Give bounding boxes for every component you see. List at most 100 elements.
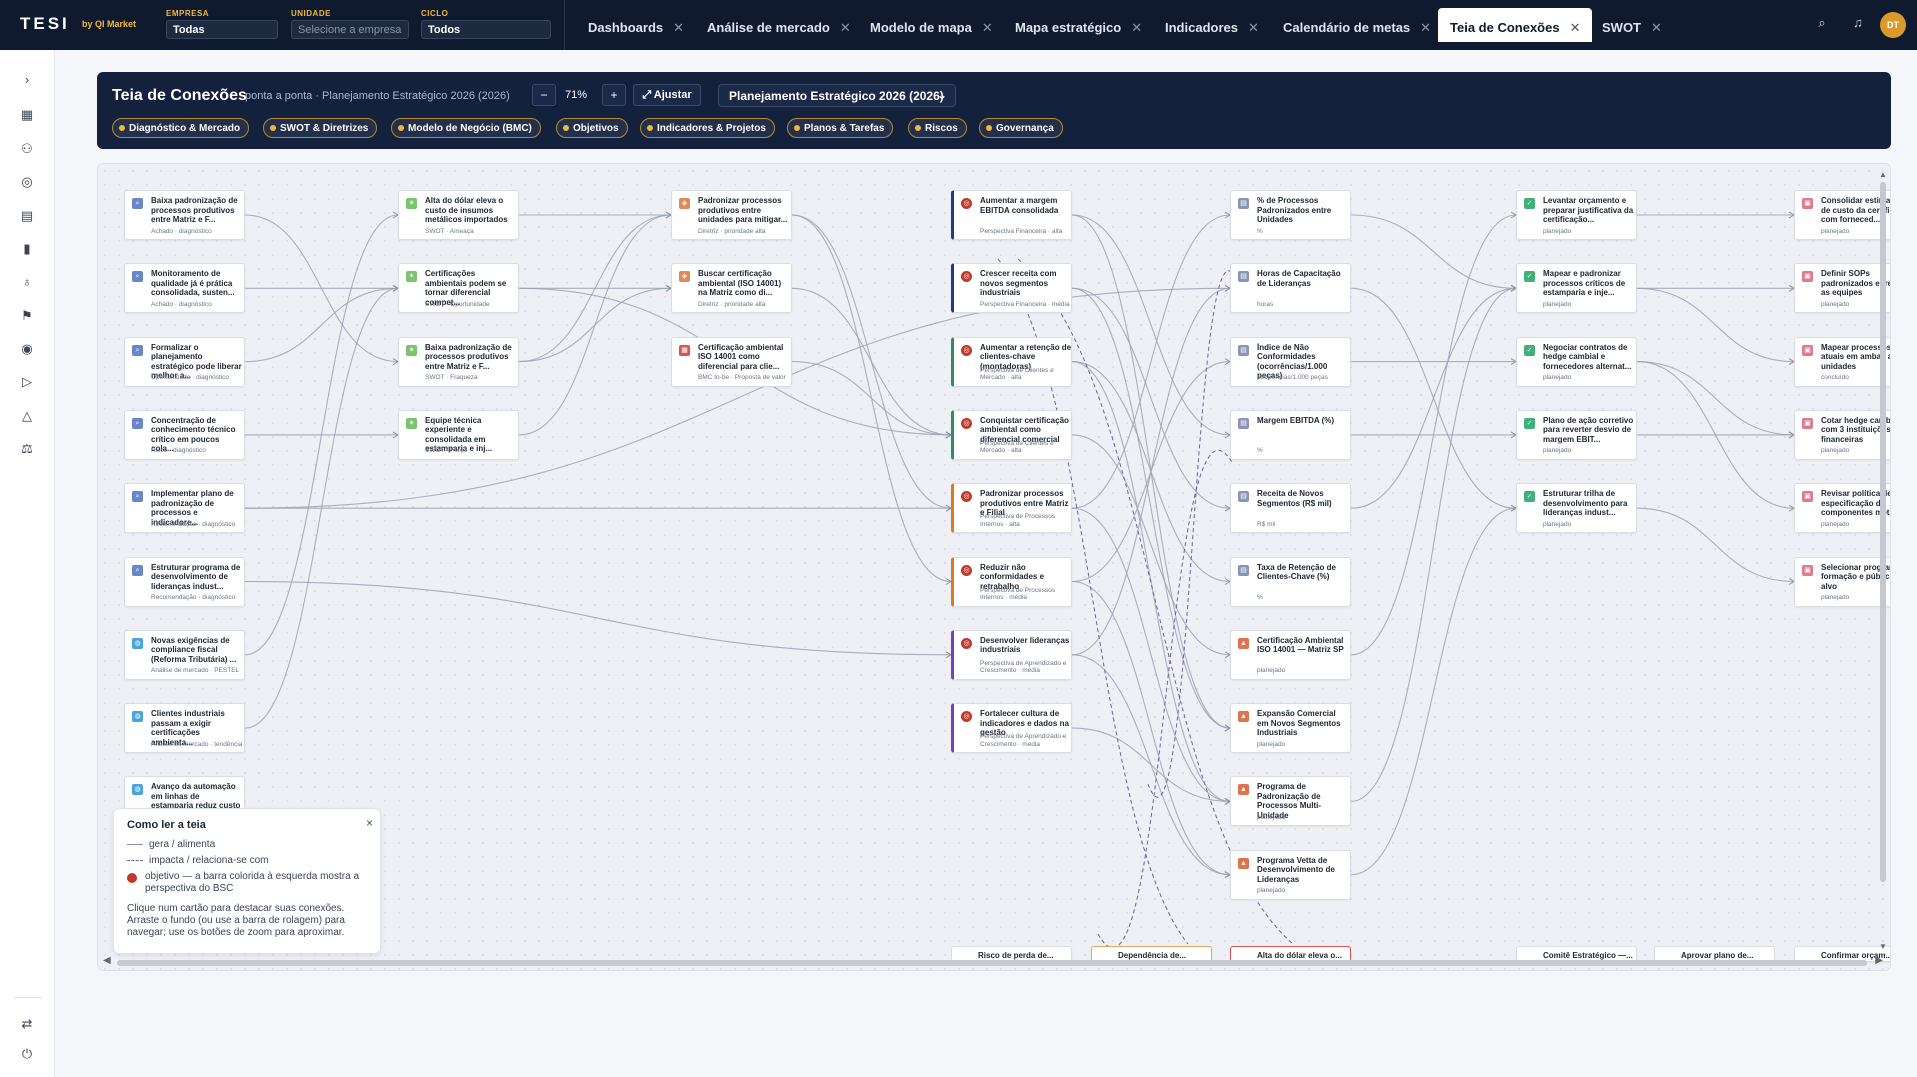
node-card[interactable]: ✓ Mapear e padronizar processos críticos …: [1516, 263, 1637, 314]
app-logo[interactable]: TESI: [20, 14, 70, 34]
node-card[interactable]: ▤ Margem EBITDA (%)%: [1230, 409, 1351, 460]
node-card[interactable]: ▤ Taxa de Retenção de Clientes-Chave (%)%: [1230, 556, 1351, 607]
node-card[interactable]: ▣Cotar hedge cambial com 3 instituições …: [1794, 409, 1890, 460]
node-card[interactable]: ⌕ Estruturar programa de desenvolvimento …: [124, 556, 245, 607]
node-card[interactable]: ✶ Equipe técnica experiente e consolidada…: [398, 409, 519, 460]
node-card[interactable]: ⌕ Formalizar o planejamento estratégico p…: [124, 336, 245, 387]
bar-chart-icon[interactable]: ▮: [18, 240, 36, 258]
chip-indicadores-projetos[interactable]: Indicadores & Projetos: [640, 118, 775, 138]
chip-bmc[interactable]: Modelo de Negócio (BMC): [391, 118, 541, 138]
close-icon[interactable]: ✕: [1651, 20, 1662, 35]
node-card[interactable]: ✶ Baixa padronização de processos produti…: [398, 336, 519, 387]
tab-indicadores[interactable]: Indicadores ✕: [1165, 8, 1259, 42]
tab-calendario-metas[interactable]: Calendário de metas ✕: [1283, 8, 1431, 42]
bell-icon[interactable]: ♫: [1849, 15, 1867, 33]
node-card[interactable]: ▲ Expansão Comercial em Novos Segmentos I…: [1230, 703, 1351, 754]
scrollbar-thumb[interactable]: [117, 960, 1867, 966]
close-icon[interactable]: ✕: [1420, 20, 1431, 35]
objective-card[interactable]: ◎ Reduzir não conformidades e retrabalho P…: [951, 556, 1072, 607]
objective-card[interactable]: ◎ Crescer receita com novos segmentos ind…: [951, 263, 1072, 314]
objective-card[interactable]: ◎ Aumentar a retenção de clientes-chave (…: [951, 336, 1072, 387]
node-card[interactable]: ✶ Certificações ambientais podem se torna…: [398, 263, 519, 314]
avatar[interactable]: DT: [1880, 12, 1906, 38]
chip-governanca[interactable]: Governança: [979, 118, 1063, 138]
close-icon[interactable]: ✕: [673, 20, 684, 35]
node-card[interactable]: ◈ Padronizar processos produtivos entre u…: [671, 190, 792, 240]
lightbulb-icon[interactable]: ♁: [18, 273, 36, 291]
compass-icon[interactable]: ◎: [18, 173, 36, 191]
chip-planos-tarefas[interactable]: Planos & Tarefas: [787, 118, 894, 138]
node-card[interactable]: ▣Selecionar programa de formação e públi…: [1794, 556, 1890, 607]
node-card[interactable]: ◈ Buscar certificação ambiental (ISO 1400…: [671, 263, 792, 314]
node-card[interactable]: ✓ Negociar contratos de hedge cambial e f…: [1516, 336, 1637, 387]
node-card[interactable]: ✓ Levantar orçamento e preparar justifica…: [1516, 190, 1637, 240]
target-icon[interactable]: ◉: [18, 340, 36, 358]
scale-icon[interactable]: ⚖: [18, 440, 36, 458]
close-icon[interactable]: ✕: [840, 20, 851, 35]
tab-analise-mercado[interactable]: Análise de mercado ✕: [707, 8, 851, 42]
node-card[interactable]: ▲ Certificação Ambiental ISO 14001 — Matr…: [1230, 629, 1351, 680]
node-card[interactable]: ▣ Mapear processos atuais em ambas as uni…: [1794, 336, 1890, 387]
close-icon[interactable]: ×: [366, 816, 373, 830]
node-card[interactable]: ⌕ Concentração de conhecimento técnico cr…: [124, 409, 245, 460]
close-icon[interactable]: ✕: [1131, 20, 1142, 35]
zoom-out-button[interactable]: −: [532, 84, 556, 106]
node-card[interactable]: ▤ % de Processos Padronizados entre Unida…: [1230, 190, 1351, 240]
play-icon[interactable]: ▷: [18, 373, 36, 391]
search-icon[interactable]: ⌕: [1813, 15, 1831, 33]
scroll-left-icon[interactable]: ◀: [103, 955, 111, 966]
close-icon[interactable]: ✕: [1570, 20, 1581, 35]
node-card[interactable]: ▤ Receita de Novos Segmentos (R$ mil) R$ m…: [1230, 483, 1351, 534]
node-card[interactable]: ✶ Alta do dólar eleva o custo de insumos …: [398, 190, 519, 240]
warning-icon[interactable]: △: [18, 407, 36, 425]
node-card[interactable]: ▣Revisar política de especificação de co…: [1794, 483, 1890, 534]
node-card[interactable]: ▤ Horas de Capacitação de Lideranças horas: [1230, 263, 1351, 314]
tab-swot[interactable]: SWOT ✕: [1602, 8, 1662, 42]
objective-card[interactable]: ◎ Fortalecer cultura de indicadores e dad…: [951, 703, 1072, 754]
node-card[interactable]: ⌕ Baixa padronização de processos produti…: [124, 190, 245, 240]
node-card[interactable]: ⌕ Implementar plano de padronização de pr…: [124, 483, 245, 534]
swap-icon[interactable]: ⇄: [18, 1015, 36, 1033]
power-icon[interactable]: ⏻: [18, 1045, 36, 1063]
tab-mapa-estrategico[interactable]: Mapa estratégico ✕: [1015, 8, 1142, 42]
node-card[interactable]: ◍ Clientes industriais passam a exigir ce…: [124, 703, 245, 754]
objective-card[interactable]: ◎ Padronizar processos produtivos entre M…: [951, 483, 1072, 534]
node-card[interactable]: ▣Definir SOPs padronizados e treinar as …: [1794, 263, 1890, 314]
empresa-select[interactable]: Todas: [166, 20, 278, 39]
objective-card[interactable]: ◎ Aumentar a margem EBITDA consolidada Per…: [951, 190, 1072, 240]
ciclo-select[interactable]: Todos: [421, 20, 551, 39]
node-card[interactable]: ▤ Índice de Não Conformidades (ocorrência…: [1230, 336, 1351, 387]
chip-diagnostico[interactable]: Diagnóstico & Mercado: [112, 118, 250, 138]
close-icon[interactable]: ✕: [1248, 20, 1259, 35]
node-card[interactable]: ▦ Certificação ambiental ISO 14001 como d…: [671, 336, 792, 387]
dashboard-icon[interactable]: ▦: [18, 106, 36, 124]
node-card[interactable]: ▲ Programa de Padronização de Processos M…: [1230, 776, 1351, 827]
node-card[interactable]: ⌕ Monitoramento de qualidade já é prática…: [124, 263, 245, 314]
zoom-in-button[interactable]: +: [602, 84, 626, 106]
node-card[interactable]: ▲ Programa Vetta de Desenvolvimento de Li…: [1230, 849, 1351, 900]
vertical-scrollbar[interactable]: ▲ ▼: [1878, 170, 1888, 960]
node-card[interactable]: ◍ Novas exigências de compliance fiscal (…: [124, 629, 245, 680]
node-card[interactable]: ✓ Plano de ação corretivo para reverter d…: [1516, 409, 1637, 460]
scroll-down-icon[interactable]: ▼: [1879, 942, 1887, 951]
chip-swot[interactable]: SWOT & Diretrizes: [263, 118, 378, 138]
horizontal-scrollbar[interactable]: ◀ ▶: [103, 955, 1883, 968]
scrollbar-thumb[interactable]: [1880, 182, 1886, 882]
objective-card[interactable]: ◎ Desenvolver lideranças industriais Persp…: [951, 629, 1072, 680]
users-icon[interactable]: ⚇: [18, 140, 36, 158]
scroll-up-icon[interactable]: ▲: [1879, 170, 1887, 179]
tab-dashboards[interactable]: Dashboards ✕: [588, 8, 684, 42]
flag-icon[interactable]: ⚑: [18, 307, 36, 325]
plan-select[interactable]: Planejamento Estratégico 2026 (2026) ⌄: [718, 84, 956, 107]
fit-button[interactable]: ⤢ Ajustar: [633, 84, 701, 106]
chip-objetivos[interactable]: Objetivos: [556, 118, 628, 138]
chip-riscos[interactable]: Riscos: [908, 118, 967, 138]
close-icon[interactable]: ✕: [982, 20, 993, 35]
node-card[interactable]: ▣Consolidar estimativa de custo da certi…: [1794, 190, 1890, 240]
unidade-select[interactable]: Selecione a empresa: [291, 20, 409, 39]
objective-card[interactable]: ◎ Conquistar certificação ambiental como …: [951, 409, 1072, 460]
chevron-right-icon[interactable]: ›: [18, 71, 36, 89]
node-card[interactable]: ✓ Estruturar trilha de desenvolvimento pa…: [1516, 483, 1637, 534]
tab-modelo-mapa[interactable]: Modelo de mapa ✕: [870, 8, 993, 42]
tab-teia-conexoes[interactable]: Teia de Conexões ✕: [1438, 8, 1593, 42]
